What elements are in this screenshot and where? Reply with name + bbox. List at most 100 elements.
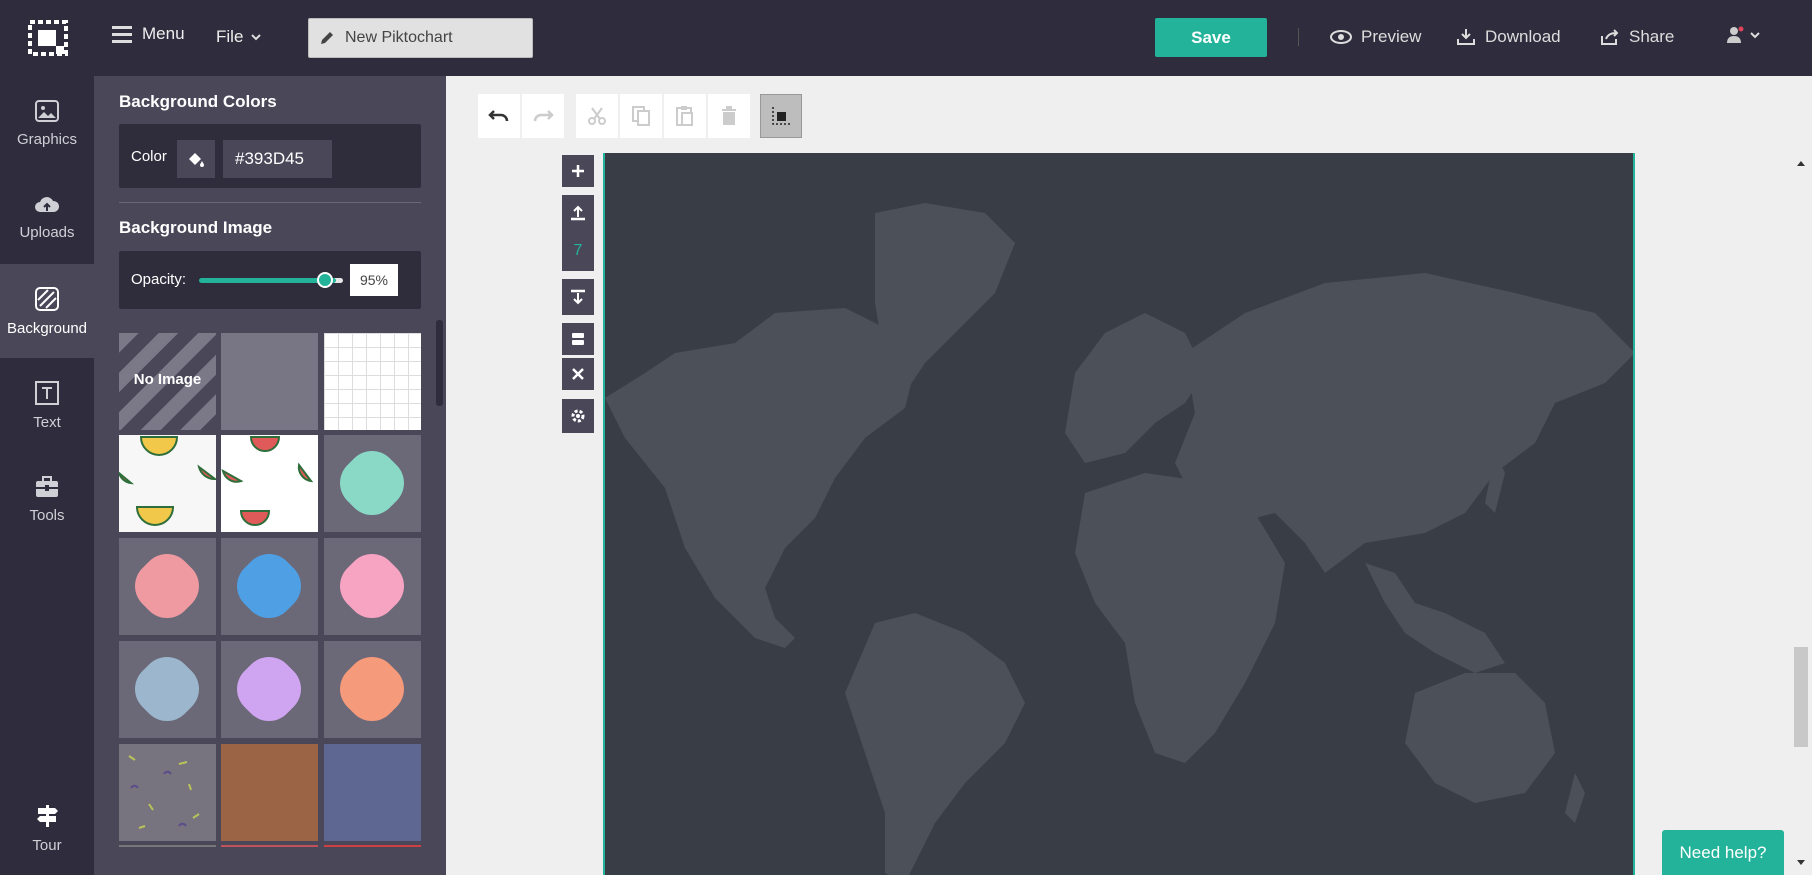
download-button[interactable]: Download <box>1456 27 1561 47</box>
nav-label-background: Background <box>6 319 88 337</box>
text-icon <box>35 380 59 405</box>
no-image-label: No Image <box>133 371 202 388</box>
australia-shape <box>1405 673 1555 803</box>
paint-bucket-button[interactable] <box>177 140 215 178</box>
arrow-down-icon <box>571 289 585 305</box>
undo-icon <box>488 110 509 122</box>
color-picker-row: Color #393D45 <box>119 124 421 188</box>
nav-item-tools[interactable]: Tools <box>0 452 94 546</box>
arrange-button[interactable] <box>760 94 802 138</box>
duplicate-block-button[interactable] <box>562 323 594 355</box>
move-block-up-button[interactable] <box>562 195 594 231</box>
share-button[interactable]: Share <box>1600 27 1674 47</box>
nav-item-background[interactable]: Background <box>0 264 94 358</box>
watermelon-icon <box>221 436 314 526</box>
trash-icon <box>722 106 736 125</box>
canvas-scrollbar[interactable] <box>1790 153 1812 875</box>
tile-next-row-edge <box>221 845 318 848</box>
duplicate-icon <box>572 333 584 345</box>
tile-texture-brown[interactable] <box>221 744 318 841</box>
file-label: File <box>216 27 244 46</box>
tile-next-row-edge <box>119 845 216 848</box>
tile-confetti-pattern[interactable] <box>119 744 216 841</box>
quatrefoil-shape <box>226 543 312 629</box>
tile-melon-pattern-2[interactable] <box>221 435 318 532</box>
image-icon <box>35 99 59 122</box>
tile-solid-gray[interactable] <box>221 333 318 430</box>
confetti-icon <box>128 755 200 829</box>
tile-next-row-edge <box>324 845 421 848</box>
tile-no-image[interactable]: No Image <box>119 333 216 430</box>
watermelon-icon <box>119 436 216 526</box>
tile-texture-blue[interactable] <box>324 744 421 841</box>
menu-label: Menu <box>142 24 185 43</box>
delete-block-button[interactable] <box>562 358 594 390</box>
nav-label-uploads: Uploads <box>19 223 75 241</box>
opacity-label: Opacity: <box>131 271 187 288</box>
paint-bucket-icon <box>189 153 204 167</box>
move-block-down-button[interactable] <box>562 279 594 315</box>
need-help-button[interactable]: Need help? <box>1662 830 1784 875</box>
nav-item-graphics[interactable]: Graphics <box>0 76 94 170</box>
user-icon <box>1727 26 1744 43</box>
add-block-button[interactable] <box>562 155 594 187</box>
title-value: New Piktochart <box>345 29 453 46</box>
opacity-slider-handle[interactable] <box>317 272 333 288</box>
paste-icon <box>676 106 693 126</box>
quatrefoil-shape <box>124 543 210 629</box>
save-button[interactable]: Save <box>1155 18 1267 57</box>
tile-quatrefoil-steel[interactable] <box>119 641 216 738</box>
nav-item-uploads[interactable]: Uploads <box>0 170 94 264</box>
color-hex-field[interactable]: #393D45 <box>223 140 332 178</box>
hamburger-icon <box>112 26 132 43</box>
arrow-up-icon <box>571 205 585 221</box>
quatrefoil-shape <box>124 646 210 732</box>
tile-quatrefoil-teal[interactable] <box>324 435 421 532</box>
close-icon <box>572 368 584 380</box>
southeast-asia-shape <box>1365 563 1505 673</box>
preview-button[interactable]: Preview <box>1330 27 1421 47</box>
redo-button[interactable] <box>522 94 564 138</box>
quatrefoil-shape <box>226 646 312 732</box>
opacity-slider-track[interactable] <box>199 278 336 283</box>
nav-item-tour[interactable]: Tour <box>0 781 94 875</box>
hatch-icon <box>35 286 59 311</box>
infographic-title-field[interactable]: New Piktochart <box>308 18 533 58</box>
tile-quatrefoil-lilac[interactable] <box>221 641 318 738</box>
copy-button[interactable] <box>620 94 662 138</box>
cut-button[interactable] <box>576 94 618 138</box>
preview-label: Preview <box>1361 27 1422 46</box>
tile-quatrefoil-blue[interactable] <box>221 538 318 635</box>
toolbox-icon <box>36 475 58 497</box>
canvas-scrollbar-thumb[interactable] <box>1794 647 1808 747</box>
edit-toolbar <box>478 94 802 138</box>
greenland-shape <box>875 203 1015 393</box>
chevron-down-icon <box>1750 32 1760 39</box>
tile-quatrefoil-orange[interactable] <box>324 641 421 738</box>
paste-button[interactable] <box>664 94 706 138</box>
nav-label-tools: Tools <box>29 506 65 524</box>
tile-grid-pattern[interactable] <box>324 333 421 430</box>
user-menu[interactable] <box>1726 26 1760 44</box>
tile-melon-pattern-1[interactable] <box>119 435 216 532</box>
color-label: Color <box>131 148 167 165</box>
file-menu-button[interactable]: File <box>216 27 262 47</box>
opacity-value-field[interactable]: 95% <box>350 264 398 296</box>
delete-button[interactable] <box>708 94 750 138</box>
eye-icon <box>1330 30 1352 44</box>
scroll-up-arrow-icon <box>1797 161 1805 166</box>
piktochart-logo[interactable] <box>28 20 68 56</box>
infographic-canvas[interactable] <box>603 153 1635 875</box>
share-label: Share <box>1629 27 1675 46</box>
nav-item-text[interactable]: Text <box>0 358 94 452</box>
scroll-down-arrow-icon <box>1797 860 1805 865</box>
arrange-icon <box>772 107 790 125</box>
tile-quatrefoil-coral[interactable] <box>119 538 216 635</box>
panel-scrollbar[interactable] <box>436 320 443 406</box>
undo-button[interactable] <box>478 94 520 138</box>
tile-quatrefoil-pink[interactable] <box>324 538 421 635</box>
block-settings-button[interactable] <box>562 399 594 433</box>
menu-button[interactable]: Menu <box>112 24 185 44</box>
share-icon <box>1601 29 1619 45</box>
quatrefoil-shape <box>329 646 415 732</box>
